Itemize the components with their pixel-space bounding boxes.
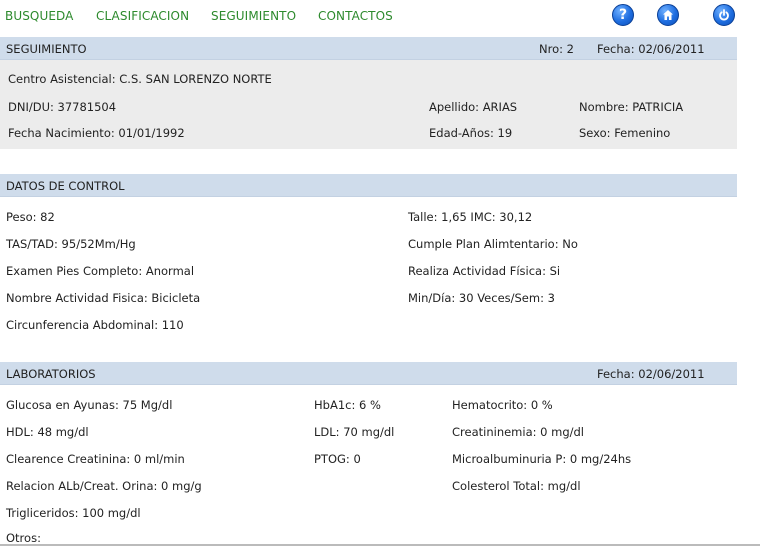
trigliceridos: Trigliceridos: 100 mg/dl [6,506,141,520]
seguimiento-nro: Nro: 2 [539,42,574,56]
laboratorios-header: LABORATORIOS Fecha: 02/06/2011 [0,362,737,385]
hematocrito: Hematocrito: 0 % [452,398,553,412]
hba1c: HbA1c: 6 % [314,398,381,412]
ldl: LDL: 70 mg/dl [314,425,395,439]
laboratorios-title: LABORATORIOS [6,367,96,381]
laboratorios-fecha: Fecha: 02/06/2011 [597,367,705,381]
realiza-actividad: Realiza Actividad Física: Si [408,264,561,278]
nombre: Nombre: PATRICIA [579,100,684,114]
colesterol: Colesterol Total: mg/dl [452,479,581,493]
seguimiento-fecha: Fecha: 02/06/2011 [597,42,705,56]
peso: Peso: 82 [6,210,55,224]
seguimiento-header: SEGUIMIENTO Nro: 2 Fecha: 02/06/2011 [0,37,737,60]
glucosa: Glucosa en Ayunas: 75 Mg/dl [6,398,173,412]
apellido: Apellido: ARIAS [429,100,518,114]
control-title: DATOS DE CONTROL [6,179,125,193]
nav-clasificacion[interactable]: CLASIFICACION [96,9,189,23]
min-dia-veces: Min/Día: 30 Veces/Sem: 3 [408,291,555,305]
patient-panel: Centro Asistencial: C.S. SAN LORENZO NOR… [0,60,737,149]
nav-seguimiento[interactable]: SEGUIMIENTO [211,9,296,23]
creatininemia: Creatininemia: 0 mg/dl [452,425,584,439]
help-icon[interactable]: ? [612,4,634,26]
circunferencia: Circunferencia Abdominal: 110 [6,318,184,332]
otros: Otros: [6,531,41,545]
top-nav: BUSQUEDA CLASIFICACION SEGUIMIENTO CONTA… [0,0,760,34]
seguimiento-title: SEGUIMIENTO [6,42,87,56]
relacion-alb: Relacion ALb/Creat. Orina: 0 mg/g [6,479,202,493]
control-header: DATOS DE CONTROL [0,174,737,197]
edad: Edad-Años: 19 [429,126,513,140]
nav-contactos[interactable]: CONTACTOS [318,9,393,23]
nombre-actividad: Nombre Actividad Fisica: Bicicleta [6,291,201,305]
tas-tad: TAS/TAD: 95/52Mm/Hg [6,237,136,251]
hdl: HDL: 48 mg/dl [6,425,89,439]
home-icon[interactable] [657,4,679,26]
cumple-plan: Cumple Plan Alimtentario: No [408,237,578,251]
dni: DNI/DU: 37781504 [8,100,117,114]
ptog: PTOG: 0 [314,452,361,466]
sexo: Sexo: Femenino [579,126,671,140]
talle-imc: Talle: 1,65 IMC: 30,12 [408,210,533,224]
nav-busqueda[interactable]: BUSQUEDA [5,9,73,23]
centro-asistencial: Centro Asistencial: C.S. SAN LORENZO NOR… [8,72,272,86]
examen-pies: Examen Pies Completo: Anormal [6,264,195,278]
power-icon[interactable] [713,4,735,26]
microalbuminuria: Microalbuminuria P: 0 mg/24hs [452,452,632,466]
fecha-nacimiento: Fecha Nacimiento: 01/01/1992 [8,126,185,140]
clearence: Clearence Creatinina: 0 ml/min [6,452,185,466]
